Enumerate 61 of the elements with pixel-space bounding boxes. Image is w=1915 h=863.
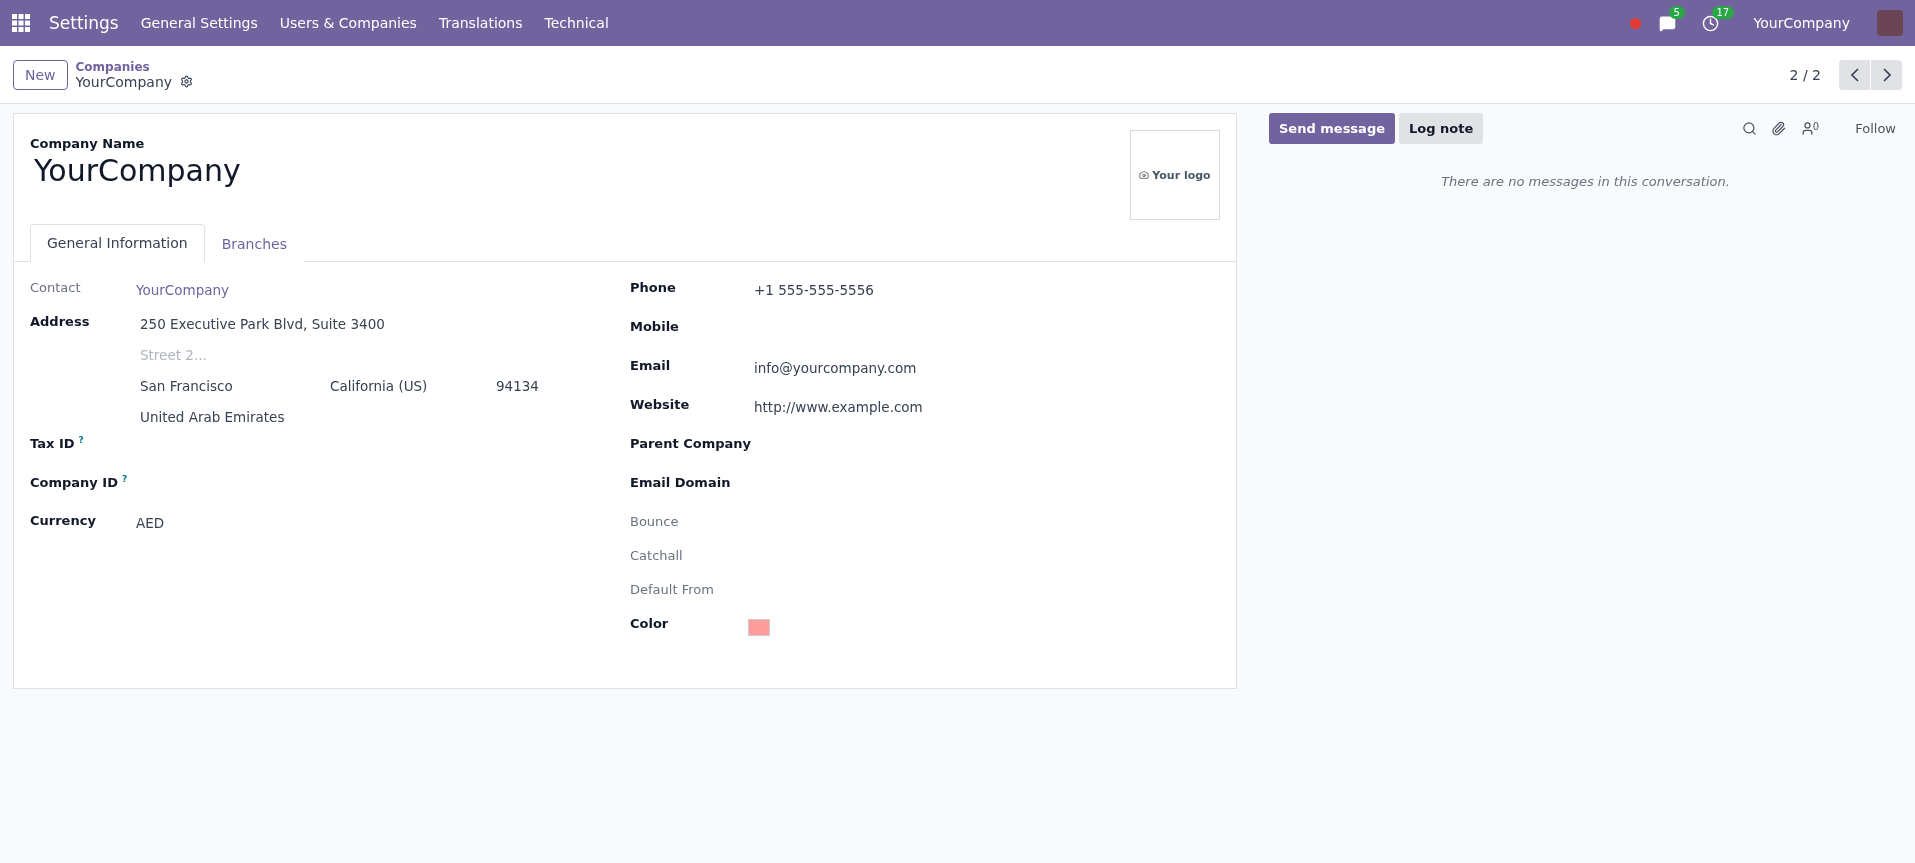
log-note-button[interactable]: Log note bbox=[1399, 113, 1484, 144]
message-count-badge: 5 bbox=[1668, 5, 1685, 19]
nav-menu-item[interactable]: Users & Companies bbox=[270, 15, 426, 31]
company-switcher[interactable]: YourCompany bbox=[1744, 15, 1859, 31]
help-tooltip[interactable]: ? bbox=[78, 435, 84, 445]
breadcrumb-link[interactable]: Companies bbox=[75, 59, 194, 74]
send-message-button[interactable]: Send message bbox=[1269, 113, 1395, 144]
field-label: Color bbox=[630, 615, 670, 631]
field-value: http://www.example.com bbox=[754, 398, 924, 415]
nav-menu-item[interactable]: Translations bbox=[429, 15, 532, 31]
activity-count-badge: 17 bbox=[1711, 5, 1735, 19]
country-value: United Arab Emirates bbox=[140, 409, 286, 425]
logo-placeholder[interactable]: Your logo bbox=[1130, 130, 1220, 220]
new-button[interactable]: New bbox=[13, 59, 68, 90]
next-button[interactable] bbox=[1871, 59, 1902, 90]
gear-icon[interactable] bbox=[180, 75, 194, 88]
field-label: Parent Company bbox=[630, 435, 752, 451]
field-label: Company Name bbox=[30, 136, 146, 151]
status-dot-icon bbox=[1629, 17, 1641, 29]
field-label: Address bbox=[30, 313, 91, 329]
field-label: Currency bbox=[30, 512, 97, 528]
field-label: Default From bbox=[630, 581, 715, 597]
field-label: Tax ID $^{?}$ bbox=[30, 434, 85, 452]
breadcrumb-current: YourCompany bbox=[75, 73, 173, 90]
street-value: 250 Executive Park Blvd, Suite 3400 bbox=[140, 316, 386, 332]
field-label: Website bbox=[630, 396, 691, 412]
field-label: Company ID $^{?}$ bbox=[30, 473, 129, 491]
field-label: Contact bbox=[30, 279, 82, 295]
help-tooltip[interactable]: ? bbox=[122, 474, 128, 484]
field-value: AED bbox=[136, 514, 166, 531]
person-icon[interactable] bbox=[1799, 121, 1815, 136]
city-value: San Francisco bbox=[140, 378, 234, 394]
field-value: info@yourcompany.com bbox=[754, 359, 918, 376]
field-label: Catchall bbox=[630, 547, 684, 563]
pager-value: 2 / 2 bbox=[1789, 66, 1821, 83]
nav-menu-item[interactable]: General Settings bbox=[131, 15, 267, 31]
clock-icon[interactable] bbox=[1701, 14, 1719, 32]
form-tab[interactable]: General Information bbox=[30, 224, 205, 262]
chevron-right-icon bbox=[1882, 67, 1891, 82]
follow-button[interactable]: Follow bbox=[1849, 120, 1902, 137]
app-grid-icon[interactable] bbox=[12, 14, 30, 32]
follower-count: 0 bbox=[1812, 121, 1820, 134]
nav-menu-item[interactable]: Technical bbox=[535, 15, 618, 31]
paperclip-icon[interactable] bbox=[1770, 121, 1786, 136]
app-name[interactable]: Settings bbox=[40, 13, 128, 33]
field-value: +1 555-555-5556 bbox=[754, 281, 875, 298]
color-swatch[interactable] bbox=[748, 619, 770, 636]
chevron-left-icon bbox=[1850, 67, 1859, 82]
company-name-field[interactable]: YourCompany bbox=[34, 153, 241, 188]
field-label: Email bbox=[630, 357, 672, 373]
previous-button[interactable] bbox=[1839, 59, 1870, 90]
chat-icon[interactable] bbox=[1658, 14, 1676, 32]
zip-value: 94134 bbox=[496, 378, 540, 394]
field-label: Mobile bbox=[630, 318, 680, 334]
empty-message: There are no messages in this conversation. bbox=[1441, 174, 1730, 189]
field-label: Email Domain bbox=[630, 474, 732, 490]
field-label: Bounce bbox=[630, 513, 680, 529]
search-icon[interactable] bbox=[1741, 121, 1757, 136]
state-value: California (US) bbox=[330, 378, 429, 394]
contact-link[interactable]: YourCompany bbox=[136, 278, 630, 298]
field-label: Phone bbox=[630, 279, 677, 295]
